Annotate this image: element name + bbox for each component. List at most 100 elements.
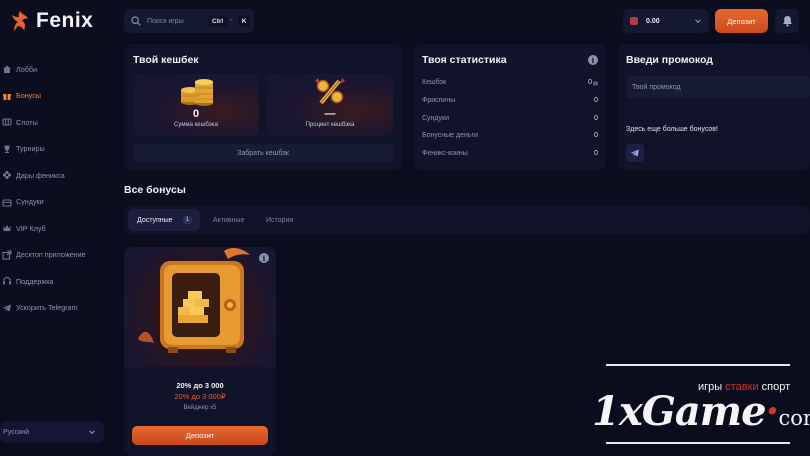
sidebar-item-telegram[interactable]: Ускорить Telegram <box>0 295 114 322</box>
watermark-name-game: Game <box>641 388 767 435</box>
sidebar-item-chests[interactable]: Сундуки <box>0 189 114 216</box>
shortcut-plus: + <box>229 18 233 24</box>
tab-history[interactable]: История <box>266 209 293 231</box>
cashback-sum-caption: Сумма кешбэка <box>174 122 218 128</box>
promo-code-panel: Введи промокод Твой промокод Здесь еще б… <box>617 44 810 170</box>
sidebar: Лобби Бонусы Слоты Турниры Дары феникса … <box>0 42 114 456</box>
sidebar-item-tournaments[interactable]: Турниры <box>0 136 114 163</box>
sidebar-item-label: Сундуки <box>16 197 44 207</box>
flower-icon <box>3 171 11 180</box>
watermark-logo: игры ставки спорт 1xGame·com <box>592 364 810 446</box>
top-bar: Fenix Поиск игры Ctrl + K 0.00 Депозит <box>0 0 810 42</box>
stat-row-chests: Сундуки 0 <box>422 115 598 125</box>
stat-label: Сундуки <box>422 115 449 122</box>
language-label: Русский <box>3 428 29 436</box>
stat-value: 0 <box>594 150 598 157</box>
golden-safe-icon <box>138 248 250 353</box>
stat-row-freespins: Фриспины 0 <box>422 97 598 107</box>
watermark-name-1x: 1x <box>592 388 643 435</box>
search-box[interactable]: Поиск игры Ctrl + K <box>124 9 254 33</box>
sidebar-item-label: Дары феникса <box>16 170 65 180</box>
shortcut-k: K <box>237 15 251 27</box>
coins-stack-icon <box>181 79 213 106</box>
sidebar-item-bonuses[interactable]: Бонусы <box>0 83 114 110</box>
shortcut-ctrl: Ctrl <box>208 15 228 27</box>
headset-icon <box>3 277 11 285</box>
sidebar-item-slots[interactable]: Слоты <box>0 109 114 136</box>
cashback-title: Твой кешбек <box>133 54 199 66</box>
telegram-icon <box>3 304 11 312</box>
sidebar-item-label: Поддержка <box>16 276 54 286</box>
watermark-name-com: com <box>778 406 810 430</box>
sidebar-item-phoenix-gifts[interactable]: Дары феникса <box>0 162 114 189</box>
sidebar-item-label: Десктоп приложение <box>16 250 86 260</box>
sidebar-item-label: Турниры <box>16 144 45 154</box>
sidebar-item-label: VIP Клуб <box>16 223 46 233</box>
bonus-deposit-button[interactable]: Депозит <box>132 426 268 445</box>
stat-value: 0 <box>594 132 598 139</box>
external-link-icon <box>2 250 12 260</box>
crown-icon <box>3 225 11 232</box>
tab-active[interactable]: Активные <box>213 209 244 231</box>
stat-row-bonus-money: Бонусные деньги 0 <box>422 132 598 142</box>
sidebar-item-label: Бонусы <box>16 91 41 101</box>
gift-icon <box>3 93 11 100</box>
watermark-line <box>606 442 790 444</box>
home-icon <box>3 65 11 74</box>
logo[interactable]: Fenix <box>10 6 93 36</box>
sidebar-item-vip-club[interactable]: VIP Клуб <box>0 215 114 242</box>
cashback-panel: Твой кешбек 0 Сумма кешбэка — Процент ке… <box>124 44 402 170</box>
watermark-line <box>606 364 790 366</box>
notifications-button[interactable] <box>775 9 799 33</box>
stat-label: Бонусные деньги <box>422 132 478 139</box>
bonus-wager: Вейджер x5 <box>183 405 217 411</box>
deposit-button[interactable]: Депозит <box>715 9 768 33</box>
promo-code-input[interactable]: Твой промокод <box>626 76 810 98</box>
stat-value: 0 <box>594 115 598 122</box>
cashback-sum-value: 0 <box>192 108 200 120</box>
chevron-down-icon <box>695 19 701 24</box>
stat-chest-icon <box>593 81 598 86</box>
currency-flag-icon <box>630 17 638 25</box>
sidebar-item-lobby[interactable]: Лобби <box>0 56 114 83</box>
sidebar-item-support[interactable]: Поддержка <box>0 268 114 295</box>
more-bonuses-text: Здесь еще больше бонусов! <box>626 126 718 133</box>
language-selector[interactable]: Русский <box>0 421 104 443</box>
watermark-dot: · <box>765 388 780 435</box>
search-icon <box>131 16 141 26</box>
bonus-tabs: Доступные 1 Активные История <box>124 206 810 234</box>
stat-row-cashback: Кешбэк 0 <box>422 79 598 89</box>
tab-available[interactable]: Доступные 1 <box>128 209 200 231</box>
telegram-icon <box>631 149 639 157</box>
cashback-percent-card: — Процент кешбэка <box>267 74 393 136</box>
phoenix-logo-icon <box>12 11 28 31</box>
claim-cashback-button[interactable]: Забрать кешбэк <box>133 144 393 162</box>
sidebar-item-desktop-app[interactable]: Десктоп приложение <box>0 242 114 269</box>
trophy-icon <box>4 145 10 153</box>
sidebar-nav: Лобби Бонусы Слоты Турниры Дары феникса … <box>0 56 114 321</box>
balance-selector[interactable]: 0.00 <box>623 9 709 33</box>
chest-icon <box>2 199 12 207</box>
cashback-percent-value: — <box>324 108 336 120</box>
tab-count-badge: 1 <box>182 216 192 224</box>
stat-value: 0 <box>588 79 592 86</box>
stat-row-phoenix-coins: Феникс-коины 0 <box>422 150 598 160</box>
bonus-image: i <box>124 247 276 367</box>
all-bonuses-title: Все бонусы <box>124 184 186 196</box>
promo-title: Введи промокод <box>626 54 713 66</box>
bell-icon <box>782 16 792 27</box>
stat-label: Феникс-коины <box>422 150 468 157</box>
chevron-down-icon <box>89 430 95 435</box>
info-icon[interactable]: i <box>259 253 269 263</box>
percent-badge-icon <box>315 78 345 105</box>
bonus-currency: ₽ <box>220 392 226 401</box>
bonus-amount-value: 20% до 3 000 <box>174 392 221 401</box>
slots-icon <box>2 118 12 126</box>
brand-name: Fenix <box>36 9 94 32</box>
search-input[interactable]: Поиск игры <box>147 18 205 25</box>
bonus-amount: 20% до 3 000 <box>176 381 224 390</box>
telegram-button[interactable] <box>626 144 644 162</box>
stat-label: Фриспины <box>422 97 456 104</box>
sidebar-item-label: Лобби <box>16 64 37 74</box>
info-icon[interactable]: i <box>588 55 598 65</box>
